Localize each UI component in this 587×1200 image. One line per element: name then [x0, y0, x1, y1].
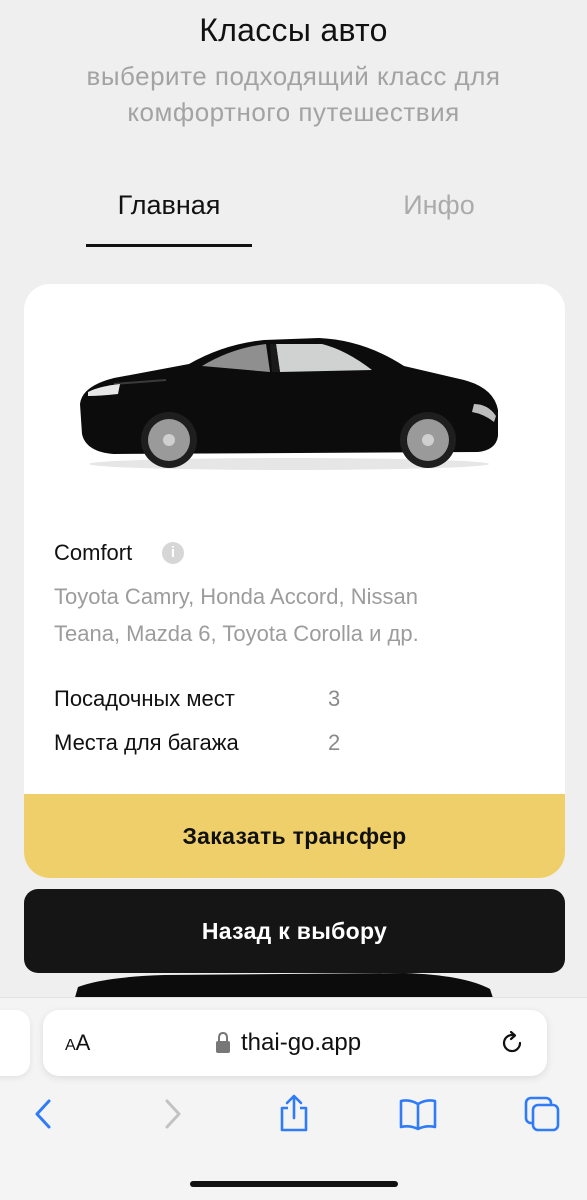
order-transfer-button[interactable]: Заказать трансфер — [24, 794, 565, 878]
info-icon[interactable]: i — [162, 542, 184, 564]
back-icon[interactable] — [24, 1094, 64, 1134]
text-size-button[interactable]: AA — [65, 1030, 90, 1056]
home-indicator — [190, 1181, 398, 1187]
address-bar[interactable]: AA thai-go.app — [43, 1010, 547, 1076]
car-image — [80, 338, 498, 470]
spec-row-luggage: Места для багажа 2 — [54, 730, 534, 760]
subtitle-line-1: выберите подходящий класс для — [86, 61, 501, 91]
page-subtitle: выберите подходящий класс для комфортног… — [40, 58, 547, 130]
aa-small: A — [65, 1037, 76, 1054]
active-tab-underline — [86, 244, 252, 247]
lock-icon — [216, 1032, 230, 1053]
spec-row-seats: Посадочных мест 3 — [54, 686, 534, 716]
bookmarks-icon[interactable] — [398, 1094, 438, 1134]
url-text[interactable]: thai-go.app — [241, 1029, 361, 1057]
car-models: Toyota Camry, Honda Accord, Nissan Teana… — [54, 578, 514, 652]
class-name: Comfort — [54, 540, 133, 565]
spec-label: Посадочных мест — [54, 686, 235, 711]
subtitle-line-2: комфортного путешествия — [127, 97, 460, 127]
tabs-icon[interactable] — [522, 1094, 562, 1134]
tab-bar: Главная Инфо — [0, 190, 587, 250]
back-to-selection-button[interactable]: Назад к выбору — [24, 889, 565, 973]
tab-main[interactable]: Главная — [86, 190, 252, 221]
browser-toolbar — [0, 1088, 587, 1148]
spec-value: 2 — [328, 730, 341, 755]
page: Классы авто выберите подходящий класс дл… — [0, 0, 587, 1200]
reload-icon[interactable] — [499, 1030, 525, 1056]
spec-value: 3 — [328, 686, 341, 711]
forward-icon[interactable] — [152, 1094, 192, 1134]
car-models-line-2: Teana, Mazda 6, Toyota Corolla и др. — [54, 621, 419, 646]
aa-large: A — [75, 1030, 91, 1055]
share-icon[interactable] — [274, 1094, 314, 1134]
car-class-card: Comfort i Toyota Camry, Honda Accord, Ni… — [24, 284, 565, 878]
spec-label: Места для багажа — [54, 730, 239, 755]
previous-tab-stub[interactable] — [0, 1010, 30, 1076]
tab-info[interactable]: Инфо — [356, 190, 522, 221]
car-models-line-1: Toyota Camry, Honda Accord, Nissan — [54, 584, 418, 609]
browser-chrome: AA thai-go.app — [0, 997, 587, 1200]
page-title: Классы авто — [199, 12, 388, 48]
